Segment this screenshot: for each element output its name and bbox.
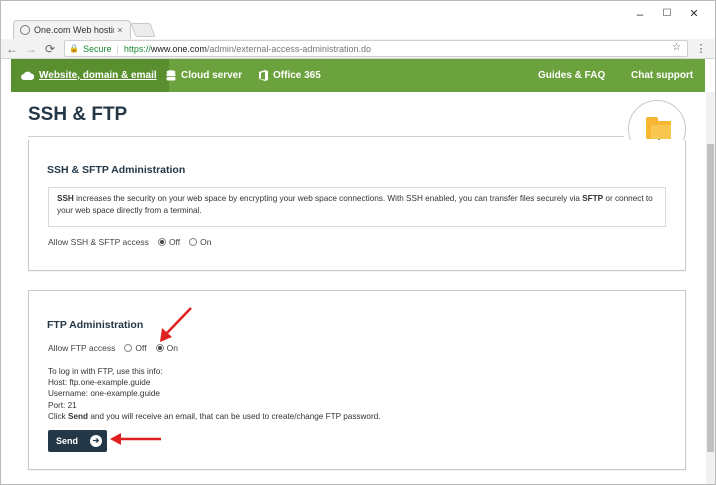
title-bar: One.com Web hosting × – ☐ ✕ (1, 1, 715, 39)
maximize-icon[interactable]: ☐ (658, 8, 676, 19)
send-button-label: Send (56, 436, 79, 446)
back-icon[interactable]: ← (5, 40, 19, 58)
sftp-bold: SFTP (582, 194, 604, 203)
page-scrollbar[interactable] (706, 92, 715, 484)
ftp-off-label[interactable]: Off (135, 343, 146, 353)
page-title: SSH & FTP (28, 104, 128, 125)
url-host: www.one.com (150, 43, 207, 54)
address-bar[interactable]: 🔒 Secure | https:// www.one.com /admin/e… (64, 40, 688, 57)
ftp-off-radio[interactable] (124, 344, 133, 352)
ssh-info-text-1: increases the security on your web space… (73, 194, 583, 203)
ssh-access-row: Allow SSH & SFTP access Off On (48, 237, 211, 247)
ssh-bold: SSH (57, 194, 74, 203)
cloud-icon (21, 71, 34, 80)
forward-icon[interactable]: → (24, 40, 38, 58)
ssh-sftp-card: SSH & SFTP Administration SSH increases … (28, 140, 686, 271)
ftp-info-intro: To log in with FTP, use this info: (48, 367, 163, 376)
lock-icon: 🔒 (69, 44, 79, 53)
ftp-send-instruction: Click Send and you will receive an email… (48, 411, 381, 422)
nav-label: Website, domain & email (39, 70, 157, 81)
ssh-info-box: SSH increases the security on your web s… (48, 187, 666, 227)
tab-close-icon[interactable]: × (114, 25, 126, 35)
browser-toolbar: ← → ⟳ 🔒 Secure | https:// www.one.com /a… (1, 39, 715, 59)
minimize-icon[interactable]: – (631, 7, 649, 21)
tab-title: One.com Web hosting (34, 25, 114, 35)
scrollbar-thumb[interactable] (707, 144, 714, 452)
site-favicon-icon (20, 25, 30, 35)
nav-guides-faq[interactable]: Guides & FAQ (538, 59, 605, 92)
url-path: /admin/external-access-administration.do (206, 43, 371, 54)
close-window-icon[interactable]: ✕ (685, 7, 703, 20)
instruction-pre: Click (48, 411, 69, 421)
arrow-right-icon: ➔ (90, 435, 102, 447)
nav-website-domain-email[interactable]: Website, domain & email (11, 59, 169, 92)
ftp-access-row: Allow FTP access Off On (48, 343, 178, 353)
ssh-sftp-title: SSH & SFTP Administration (47, 164, 186, 176)
bookmark-star-icon[interactable]: ☆ (672, 42, 681, 53)
ftp-card: FTP Administration Allow FTP access Off … (28, 290, 686, 470)
ftp-on-radio[interactable] (155, 344, 164, 352)
ftp-on-label[interactable]: On (167, 343, 178, 353)
main-content: SSH & FTP SSH & SFTP Administration SSH … (11, 92, 705, 484)
nav-label: Cloud server (181, 70, 243, 81)
nav-label: Guides & FAQ (538, 70, 606, 81)
nav-chat-support[interactable]: Chat support (631, 59, 693, 92)
ssh-off-radio[interactable] (157, 238, 166, 246)
top-navigation: Website, domain & email Cloud server Off… (11, 59, 705, 92)
nav-office-365[interactable]: Office 365 (259, 59, 321, 92)
instruction-post: and you will receive an email, that can … (88, 411, 381, 421)
ssh-on-label[interactable]: On (200, 237, 211, 247)
title-divider (28, 136, 624, 137)
nav-label: Chat support (631, 70, 694, 81)
ftp-host-line: Host: ftp.one-example.guide (48, 378, 151, 388)
instruction-bold: Send (68, 411, 89, 421)
database-icon (166, 70, 176, 81)
ssh-on-radio[interactable] (189, 238, 198, 246)
url-scheme: https:// (123, 43, 151, 54)
ftp-login-info: To log in with FTP, use this info: Host:… (48, 366, 381, 422)
office-icon (259, 70, 268, 81)
nav-label: Office 365 (273, 70, 321, 81)
ftp-access-label: Allow FTP access (48, 343, 116, 353)
secure-label: Secure (82, 43, 112, 54)
ftp-username-line: Username: one-example.guide (48, 389, 160, 399)
ftp-port-line: Port: 21 (48, 400, 77, 410)
browser-menu-icon[interactable]: ⋮ (695, 42, 707, 55)
browser-window: One.com Web hosting × – ☐ ✕ ← → ⟳ 🔒 Secu… (0, 0, 716, 485)
ftp-title: FTP Administration (47, 319, 144, 331)
browser-tab[interactable]: One.com Web hosting × (13, 20, 131, 39)
ssh-off-label[interactable]: Off (169, 237, 180, 247)
new-tab-button[interactable] (130, 23, 156, 37)
reload-icon[interactable]: ⟳ (43, 40, 57, 58)
address-separator: | (116, 43, 119, 54)
nav-cloud-server[interactable]: Cloud server (166, 59, 242, 92)
ssh-access-label: Allow SSH & SFTP access (48, 237, 149, 247)
send-button[interactable]: Send ➔ (48, 430, 107, 452)
